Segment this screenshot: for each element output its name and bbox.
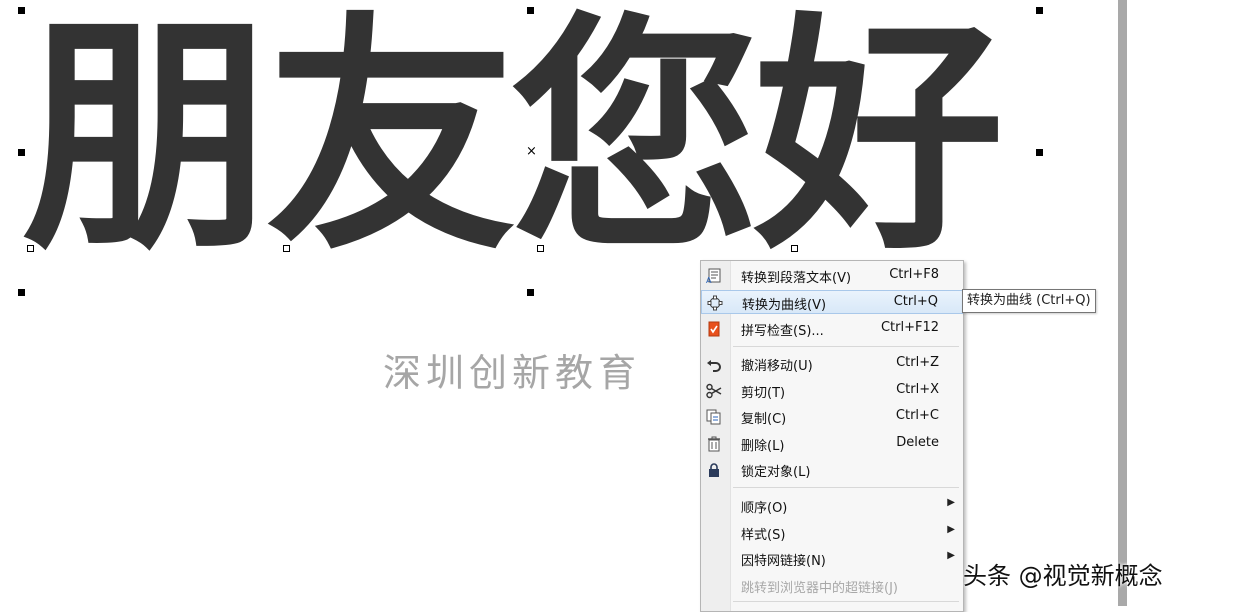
menu-item-shortcut: Ctrl+Z [896, 355, 939, 370]
menu-item-copy[interactable]: 复制(C) Ctrl+C [701, 405, 963, 429]
menu-item-style[interactable]: 样式(S) ▶ [701, 521, 963, 545]
trash-icon [706, 436, 722, 452]
menu-item-shortcut: Delete [896, 435, 939, 450]
rotation-center-marker[interactable]: × [526, 145, 537, 158]
selection-handle-top-left[interactable] [18, 7, 25, 14]
menu-item-jump-to-hyperlink: 跳转到浏览器中的超链接(J) [701, 574, 963, 598]
menu-item-convert-to-curves[interactable]: 转换为曲线(V) Ctrl+Q [701, 290, 963, 314]
char-node-handle[interactable] [791, 245, 798, 252]
menu-item-lock-object[interactable]: 锁定对象(L) [701, 458, 963, 482]
menu-item-label: 转换到段落文本(V) [741, 271, 852, 286]
headline-text-object[interactable]: 朋友您好 [22, 0, 1004, 288]
menu-item-delete[interactable]: 删除(L) Delete [701, 432, 963, 456]
paragraph-text-icon: A [706, 268, 722, 285]
menu-item-internet-link[interactable]: 因特网链接(N) ▶ [701, 547, 963, 571]
spellcheck-icon [706, 321, 722, 337]
menu-item-label: 样式(S) [741, 528, 786, 543]
right-panel [1127, 0, 1241, 606]
menu-item-label: 删除(L) [741, 439, 785, 454]
menu-item-label: 因特网链接(N) [741, 554, 826, 569]
menu-item-shortcut: Ctrl+C [895, 408, 939, 423]
submenu-arrow-icon: ▶ [947, 497, 955, 508]
menu-item-label: 锁定对象(L) [741, 465, 811, 480]
menu-item-shortcut: Ctrl+F12 [880, 320, 939, 335]
undo-icon [706, 356, 722, 372]
menu-item-cut[interactable]: 剪切(T) Ctrl+X [701, 379, 963, 403]
selection-handle-bottom-center[interactable] [527, 289, 534, 296]
menu-item-convert-paragraph-text[interactable]: A 转换到段落文本(V) Ctrl+F8 [701, 264, 963, 288]
copy-icon [706, 409, 722, 425]
menu-item-label: 顺序(O) [741, 501, 788, 516]
char-node-handle[interactable] [537, 245, 544, 252]
subtitle-text-object[interactable]: 深圳创新教育 [383, 342, 641, 397]
menu-separator [733, 346, 959, 347]
menu-item-spellcheck[interactable]: 拼写检查(S)... Ctrl+F12 [701, 317, 963, 341]
menu-item-label: 复制(C) [741, 412, 787, 427]
menu-separator [733, 601, 959, 602]
selection-handle-middle-right[interactable] [1036, 149, 1043, 156]
menu-item-shortcut: Ctrl+Q [893, 294, 938, 309]
menu-separator [733, 487, 959, 488]
menu-item-label: 转换为曲线(V) [742, 298, 827, 313]
menu-item-label: 跳转到浏览器中的超链接(J) [741, 581, 898, 596]
submenu-arrow-icon: ▶ [947, 524, 955, 535]
char-node-handle[interactable] [27, 245, 34, 252]
svg-text:A: A [706, 276, 712, 284]
menu-item-label: 拼写检查(S)... [741, 324, 824, 339]
tooltip: 转换为曲线 (Ctrl+Q) [962, 289, 1096, 313]
menu-item-undo-move[interactable]: 撤消移动(U) Ctrl+Z [701, 352, 963, 376]
scissors-icon [706, 383, 722, 399]
char-node-handle[interactable] [283, 245, 290, 252]
menu-item-shortcut: Ctrl+F8 [889, 267, 939, 282]
menu-item-order[interactable]: 顺序(O) ▶ [701, 494, 963, 518]
vertical-scrollbar[interactable] [1118, 0, 1127, 606]
selection-handle-top-center[interactable] [527, 7, 534, 14]
selection-handle-bottom-left[interactable] [18, 289, 25, 296]
selection-handle-middle-left[interactable] [18, 149, 25, 156]
submenu-arrow-icon: ▶ [947, 550, 955, 561]
watermark-text: 头条 @视觉新概念 [963, 562, 1163, 590]
context-menu: A 转换到段落文本(V) Ctrl+F8 转换为曲线(V) Ctrl+Q 拼写检… [700, 260, 964, 612]
menu-item-shortcut: Ctrl+X [896, 382, 939, 397]
menu-item-label: 撤消移动(U) [741, 359, 813, 374]
lock-icon [706, 462, 722, 478]
menu-item-label: 剪切(T) [741, 386, 786, 401]
selection-handle-top-right[interactable] [1036, 7, 1043, 14]
convert-curve-icon [707, 295, 723, 311]
